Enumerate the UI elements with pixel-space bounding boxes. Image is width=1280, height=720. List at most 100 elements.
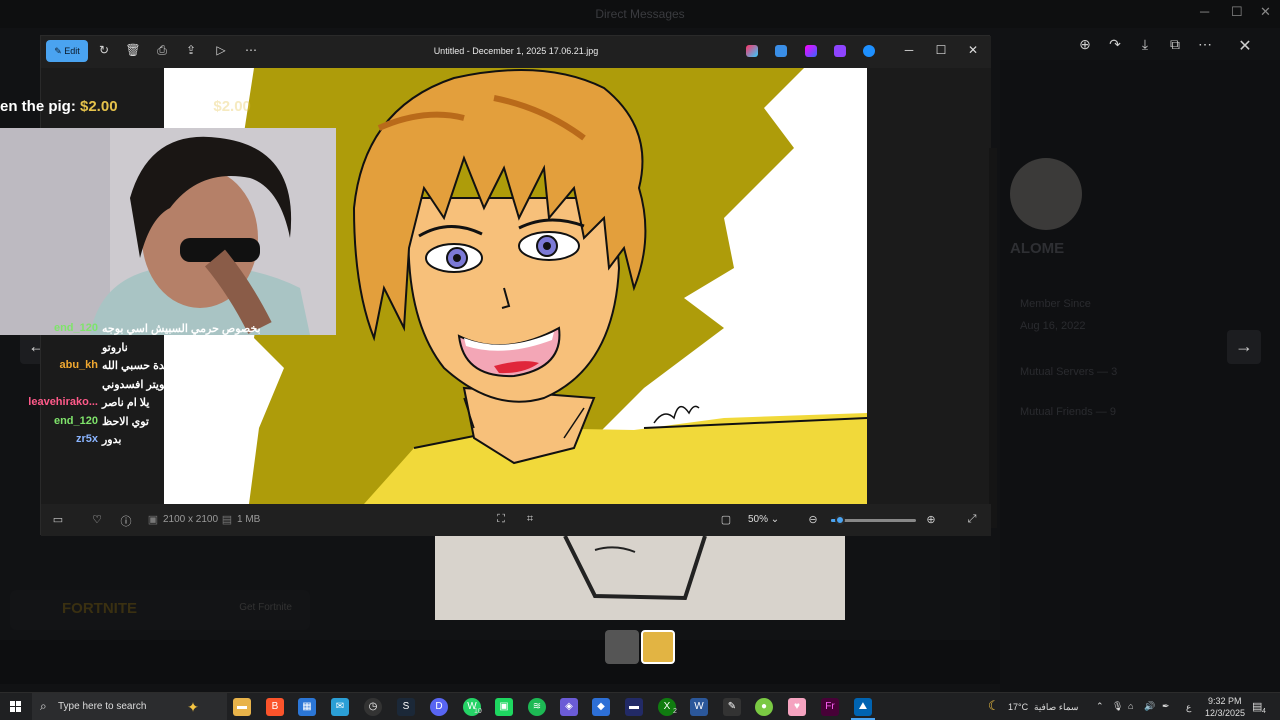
chat-text: ناروتو [102,341,128,354]
photos-maximize-icon[interactable]: ☐ [931,43,951,57]
chat-text: توي الاحظ [102,415,149,428]
vertical-scrollbar[interactable] [989,148,997,528]
zoom-slider-thumb[interactable] [834,515,845,525]
word-icon[interactable]: W [690,698,708,716]
info-icon[interactable]: ⓘ [118,513,134,529]
file-size: 1 MB [237,514,261,525]
game-activity-card: FORTNITE Get Fortnite [10,590,310,630]
next-image-button[interactable]: → [1227,330,1261,364]
photos-statusbar: ▭ ♡ ⓘ ▣ 2100 x 2100 ▤ 1 MB ⛶ ⌗ ▢ 50% ⌄ ⊖… [41,504,991,536]
onedrive-icon[interactable] [863,45,875,57]
close-viewer-icon[interactable]: ✕ [1230,36,1260,58]
webcam-feed [0,128,336,335]
crop-icon[interactable]: ⌗ [522,513,538,526]
app-icon-lime[interactable]: ● [755,698,773,716]
donation-name: en the pig: [0,98,76,115]
app-icon-purple[interactable]: ◈ [560,698,578,716]
donation-alert-faded: angis: $2.00 [165,98,251,115]
fresco-icon[interactable]: Fr [821,698,839,716]
discord-icon[interactable]: D [430,698,448,716]
member-since-date: Aug 16, 2022 [1020,320,1086,332]
favorite-icon[interactable]: ♡ [89,513,105,526]
close-icon[interactable]: ✕ [1260,4,1271,20]
start-button[interactable] [0,693,32,720]
mic-icon[interactable]: 🎙 [1112,701,1123,712]
download-icon[interactable]: ⤓ [1130,36,1160,58]
steam-icon[interactable]: S [397,698,415,716]
chat-text: الجديدة حسبي الله [102,360,188,372]
image-dimensions: 2100 x 2100 [163,514,219,525]
mail-icon[interactable]: ✉ [331,698,349,716]
open-external-icon[interactable]: ⧉ [1160,36,1190,58]
app-icon-green[interactable]: ▣ [495,698,513,716]
zoom-out-icon[interactable]: ⊖ [805,513,821,526]
donation2-name: angis: [165,98,210,115]
chat-username: end_120 [53,322,98,334]
app-icon-pink[interactable]: ♥ [788,698,806,716]
clipchamp-icon[interactable] [834,45,846,57]
network-icon[interactable]: ⌂ [1128,701,1133,711]
fit-icon[interactable]: ⛶ [493,513,509,526]
zoom-slider[interactable] [831,515,916,525]
app-icon-navy[interactable]: ▬ [625,698,643,716]
donation-amount: $2.00 [80,98,118,115]
thumbnail-strip [605,630,675,664]
chat-username: end_120 [53,414,98,427]
app-icon-pen[interactable]: ✎ [723,698,741,716]
spotify-icon[interactable]: ≋ [528,698,546,716]
notification-count: 4 [1262,708,1266,715]
photos-taskbar-icon[interactable]: ⛰ [854,698,872,716]
zoom-in-icon[interactable]: ⊕ [1070,36,1100,58]
file-explorer-icon[interactable]: ▬ [233,698,251,716]
zoom-value: 50% [748,514,769,525]
store-icon[interactable]: ▦ [298,698,316,716]
clock-date[interactable]: 12/3/2025 [1205,708,1245,718]
fullscreen-icon[interactable]: ⤢ [964,513,980,526]
thumbnail[interactable] [605,630,639,664]
donation2-amount: $2.00 [213,98,251,115]
chat-text: بدور [102,434,122,446]
chat-username: abu_kh [59,359,98,371]
minimize-icon[interactable]: ─ [1200,4,1209,19]
chat-text: بخصوص حرمي السبيش اسي بوجه [102,323,261,335]
xbox-badge: 2 [673,708,677,715]
copilot-sparkle-icon[interactable]: ✦ [184,698,202,716]
chat-username: zr5x [75,433,98,445]
notification-icon[interactable]: ▤ [1252,700,1262,713]
actual-size-icon[interactable]: ▢ [718,513,734,526]
zoom-level[interactable]: 50% ⌄ [748,514,779,525]
pen-icon[interactable]: ✒ [1162,701,1170,712]
clock-time[interactable]: 9:32 PM [1208,696,1242,706]
volume-icon[interactable]: 🔊 [1144,701,1155,712]
weather-text[interactable]: سماء صافية [1034,702,1078,713]
more-icon[interactable]: ⋯ [1190,36,1220,58]
tray-expand-icon[interactable]: ⌃ [1096,701,1104,712]
viewer-toolbar: ⊕ ↷ ⤓ ⧉ ⋯ [1070,36,1220,58]
designer-icon[interactable] [805,45,817,57]
app-icon-clock[interactable]: ◷ [364,698,382,716]
app-icon-blue[interactable]: ◆ [592,698,610,716]
photos-close-icon[interactable]: ✕ [963,43,983,57]
thumbnail-active[interactable] [641,630,675,664]
mutual-servers[interactable]: Mutual Servers — 3 [1020,366,1117,378]
search-placeholder: Type here to search [58,701,147,712]
get-game-button[interactable]: Get Fortnite [239,602,292,613]
chat-username: leavehirako... [28,396,98,408]
mutual-friends[interactable]: Mutual Friends — 9 [1020,406,1116,418]
maximize-icon[interactable]: ☐ [1231,4,1243,20]
photos-minimize-icon[interactable]: ─ [899,43,919,57]
forward-icon[interactable]: ↷ [1100,36,1130,58]
copilot-icon[interactable] [746,45,758,57]
paint-icon[interactable] [775,45,787,57]
taskbar: ⌕ Type here to search ✦ ▬ B ▦ ✉ ◷ S D W … [0,692,1280,720]
input-language[interactable]: ع [1186,702,1191,713]
zoom-in-small-icon[interactable]: ⊕ [923,513,939,526]
weather-temp[interactable]: 17°C [1008,702,1028,712]
message-input-bar [0,640,1000,684]
donation-alert: en the pig: $2.00 [0,98,118,115]
brave-icon[interactable]: B [266,698,284,716]
weather-icon: ☾ [988,698,1000,713]
profile-avatar [1010,158,1082,230]
dimensions-icon: ▣ [147,514,159,526]
filmstrip-icon[interactable]: ▭ [50,513,66,526]
